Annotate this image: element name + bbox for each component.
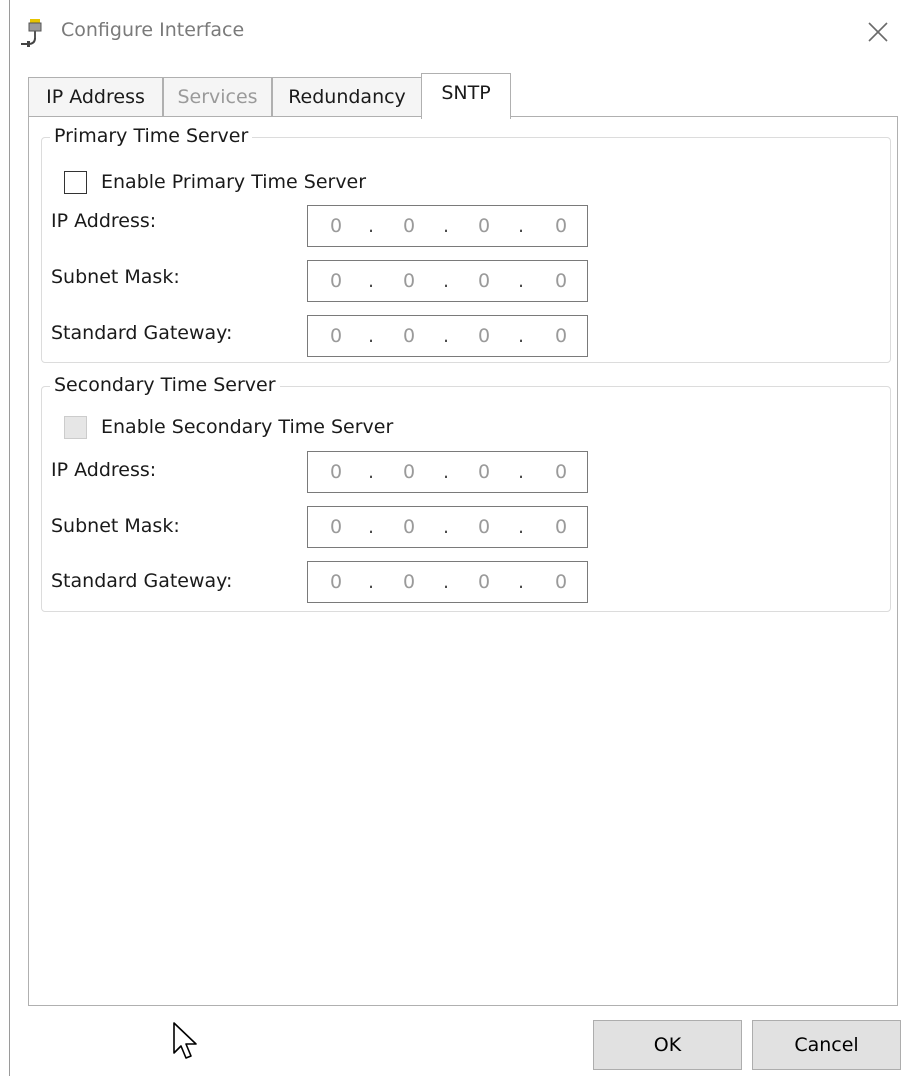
octet: 0 [555,215,568,237]
octet: 0 [478,461,491,483]
octet: 0 [330,571,343,593]
separator: . [518,270,525,292]
tab-strip: IP Address Services Redundancy SNTP [28,73,898,119]
octet: 0 [478,325,491,347]
separator: . [368,215,375,237]
primary-subnet-mask-input[interactable]: 0 . 0 . 0 . 0 [307,260,588,302]
primary-group-title: Primary Time Server [50,124,253,148]
octet: 0 [478,215,491,237]
separator: . [368,571,375,593]
window-title: Configure Interface [61,19,245,41]
octet: 0 [330,215,343,237]
octet: 0 [403,516,416,538]
separator: . [518,461,525,483]
octet: 0 [478,571,491,593]
ok-button[interactable]: OK [593,1020,742,1070]
enable-primary-checkbox[interactable] [64,170,87,194]
enable-secondary-checkbox[interactable] [64,415,87,439]
octet: 0 [555,516,568,538]
cancel-button[interactable]: Cancel [752,1020,901,1070]
secondary-ip-address-label: IP Address: [51,459,157,481]
configure-interface-dialog: Configure Interface IP Address Services … [9,0,902,1076]
separator: . [518,516,525,538]
enable-primary-label: Enable Primary Time Server [101,171,367,193]
octet: 0 [555,270,568,292]
secondary-standard-gateway-input[interactable]: 0 . 0 . 0 . 0 [307,561,588,603]
secondary-group-title: Secondary Time Server [50,373,280,397]
octet: 0 [403,270,416,292]
separator: . [443,215,450,237]
secondary-ip-address-input[interactable]: 0 . 0 . 0 . 0 [307,451,588,493]
separator: . [443,516,450,538]
enable-primary-checkbox-row[interactable]: Enable Primary Time Server [64,168,366,196]
octet: 0 [330,461,343,483]
octet: 0 [403,325,416,347]
octet: 0 [403,215,416,237]
octet: 0 [555,571,568,593]
octet: 0 [478,516,491,538]
separator: . [368,325,375,347]
network-connector-icon [21,19,42,47]
primary-standard-gateway-label: Standard Gateway: [51,322,233,344]
separator: . [368,461,375,483]
separator: . [518,571,525,593]
primary-ip-address-label: IP Address: [51,210,157,232]
primary-subnet-mask-label: Subnet Mask: [51,266,180,288]
separator: . [368,270,375,292]
tab-sntp[interactable]: SNTP [421,73,511,119]
tab-services[interactable]: Services [163,77,272,117]
title-bar: Configure Interface [10,0,902,62]
separator: . [518,325,525,347]
separator: . [443,270,450,292]
secondary-subnet-mask-label: Subnet Mask: [51,515,180,537]
tab-redundancy[interactable]: Redundancy [272,77,422,117]
primary-ip-address-input[interactable]: 0 . 0 . 0 . 0 [307,205,588,247]
mouse-pointer-icon [173,1022,197,1059]
secondary-standard-gateway-label: Standard Gateway: [51,570,233,592]
separator: . [443,325,450,347]
octet: 0 [330,516,343,538]
octet: 0 [555,461,568,483]
octet: 0 [403,461,416,483]
enable-secondary-checkbox-row[interactable]: Enable Secondary Time Server [64,413,393,441]
separator: . [443,461,450,483]
separator: . [368,516,375,538]
octet: 0 [478,270,491,292]
enable-secondary-label: Enable Secondary Time Server [101,416,394,438]
octet: 0 [555,325,568,347]
close-button[interactable] [858,14,898,50]
close-icon [868,22,888,42]
octet: 0 [403,571,416,593]
tab-ip-address[interactable]: IP Address [28,77,163,117]
primary-time-server-group: Primary Time Server Enable Primary Time … [41,124,891,363]
sntp-tab-page: Primary Time Server Enable Primary Time … [28,116,898,1006]
octet: 0 [330,325,343,347]
secondary-time-server-group: Secondary Time Server Enable Secondary T… [41,373,891,612]
secondary-subnet-mask-input[interactable]: 0 . 0 . 0 . 0 [307,506,588,548]
separator: . [443,571,450,593]
octet: 0 [330,270,343,292]
separator: . [518,215,525,237]
primary-standard-gateway-input[interactable]: 0 . 0 . 0 . 0 [307,315,588,357]
